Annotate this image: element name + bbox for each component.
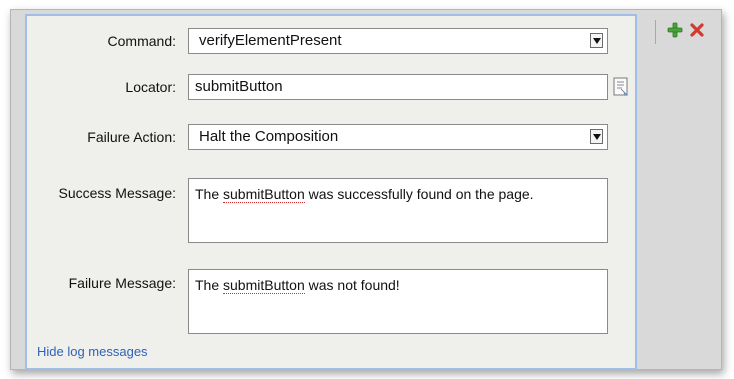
plus-icon [667,22,683,41]
x-icon [689,22,705,41]
remove-step-button[interactable] [688,22,706,40]
add-step-button[interactable] [666,22,684,40]
command-label: Command: [107,33,176,49]
success-message-text: The submitButton was successfully found … [195,185,534,203]
failure-message-textarea[interactable]: The submitButton was not found! [188,269,608,334]
success-message-prefix: The [195,186,224,202]
locator-label: Locator: [125,79,176,95]
failure-message-locator-word: submitButton [223,277,305,294]
success-message-locator-word: submitButton [223,186,305,203]
command-select[interactable]: verifyElementPresent [188,28,608,54]
failure-message-label: Failure Message: [68,275,176,291]
failure-message-suffix: was not found! [304,277,400,293]
failure-action-value: Halt the Composition [199,128,339,145]
locator-input[interactable]: submitButton [188,74,608,100]
hide-log-messages-link[interactable]: Hide log messages [37,344,148,359]
toolbar-separator [655,20,656,44]
chevron-down-icon[interactable] [590,129,603,144]
command-value: verifyElementPresent [199,32,342,49]
success-message-label: Success Message: [58,185,177,201]
success-message-textarea[interactable]: The submitButton was successfully found … [188,178,608,243]
locator-value: submitButton [195,78,283,95]
failure-action-select[interactable]: Halt the Composition [188,124,608,150]
chevron-down-icon[interactable] [590,33,603,48]
failure-action-label: Failure Action: [87,129,176,145]
success-message-suffix: was successfully found on the page. [304,186,534,202]
failure-message-text: The submitButton was not found! [195,276,400,294]
step-editor-window: Command: verifyElementPresent Locator: s… [10,9,722,370]
locator-picker-icon[interactable] [612,77,630,100]
failure-message-prefix: The [195,277,224,293]
